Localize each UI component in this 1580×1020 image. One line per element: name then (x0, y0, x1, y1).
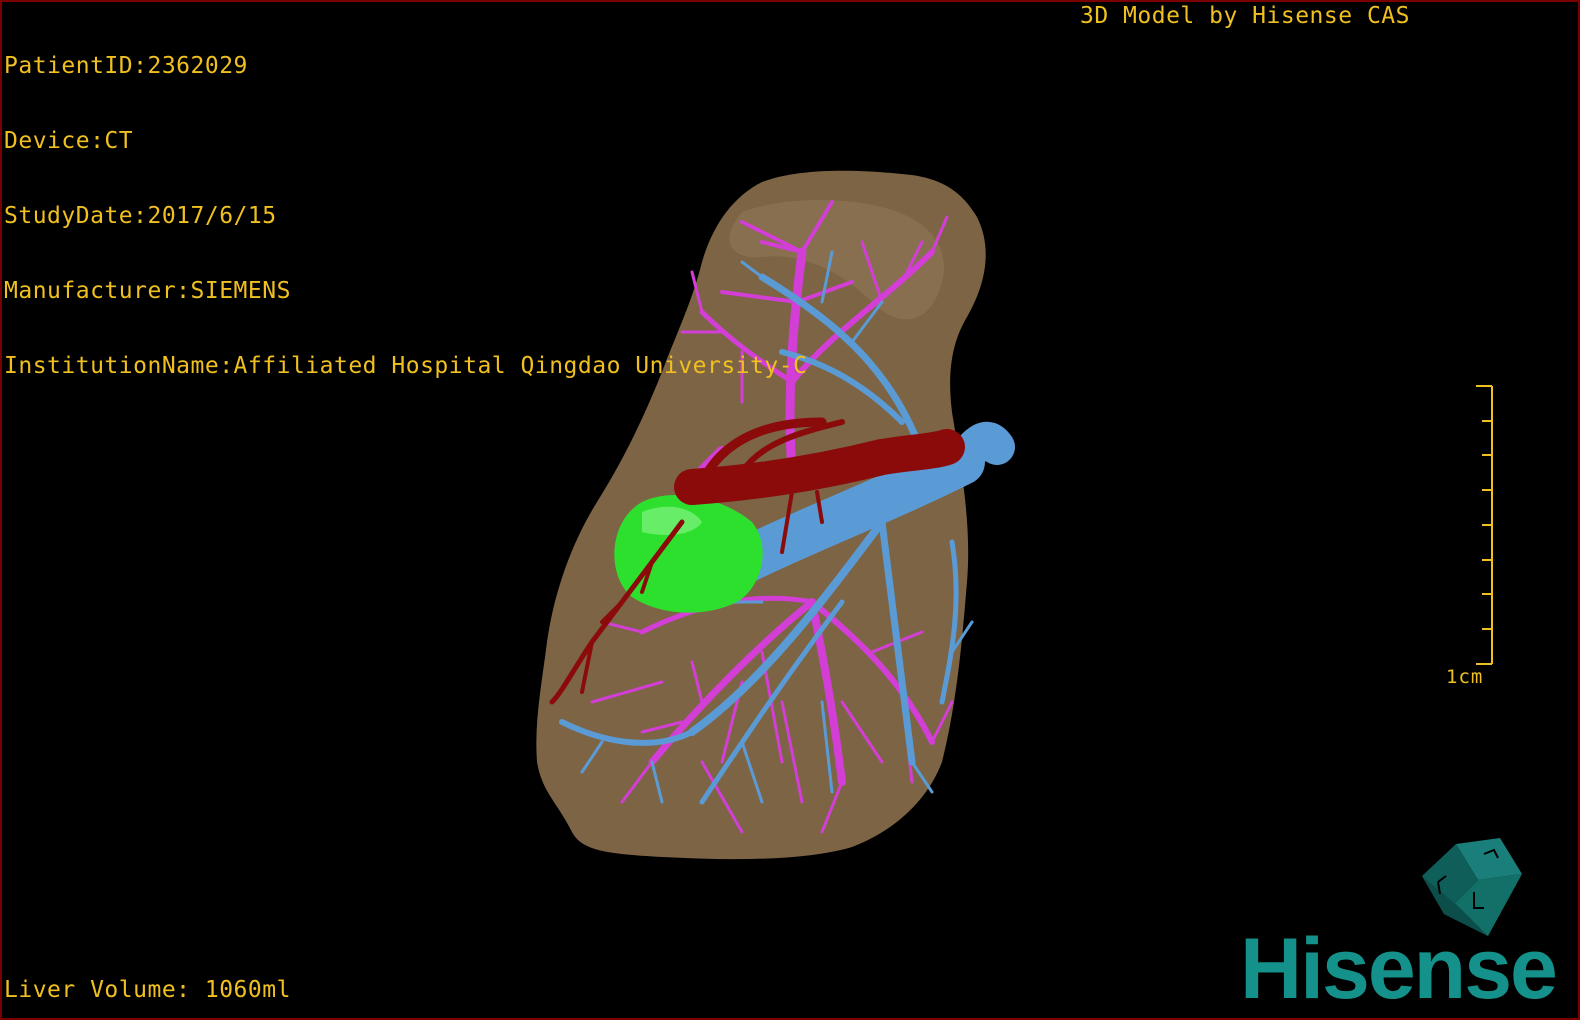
institution-label: InstitutionName:Affiliated Hospital Qing… (4, 353, 808, 379)
manufacturer-label: Manufacturer:SIEMENS (4, 278, 291, 304)
device-label: Device:CT (4, 128, 134, 154)
patient-id-label: PatientID:2362029 (4, 53, 248, 79)
scale-label: 1cm (1446, 666, 1484, 688)
study-info-overlay: PatientID:2362029 Device:CT StudyDate:20… (4, 4, 807, 429)
study-date-label: StudyDate:2017/6/15 (4, 203, 277, 229)
3d-viewport[interactable]: PatientID:2362029 Device:CT StudyDate:20… (0, 0, 1580, 1020)
liver-volume-label: Liver Volume: 1060ml (4, 977, 291, 1003)
hisense-logo: Hisense (1240, 921, 1558, 1017)
scale-ruler (1476, 385, 1493, 665)
model-caption: 3D Model by Hisense CAS (1080, 3, 1410, 29)
